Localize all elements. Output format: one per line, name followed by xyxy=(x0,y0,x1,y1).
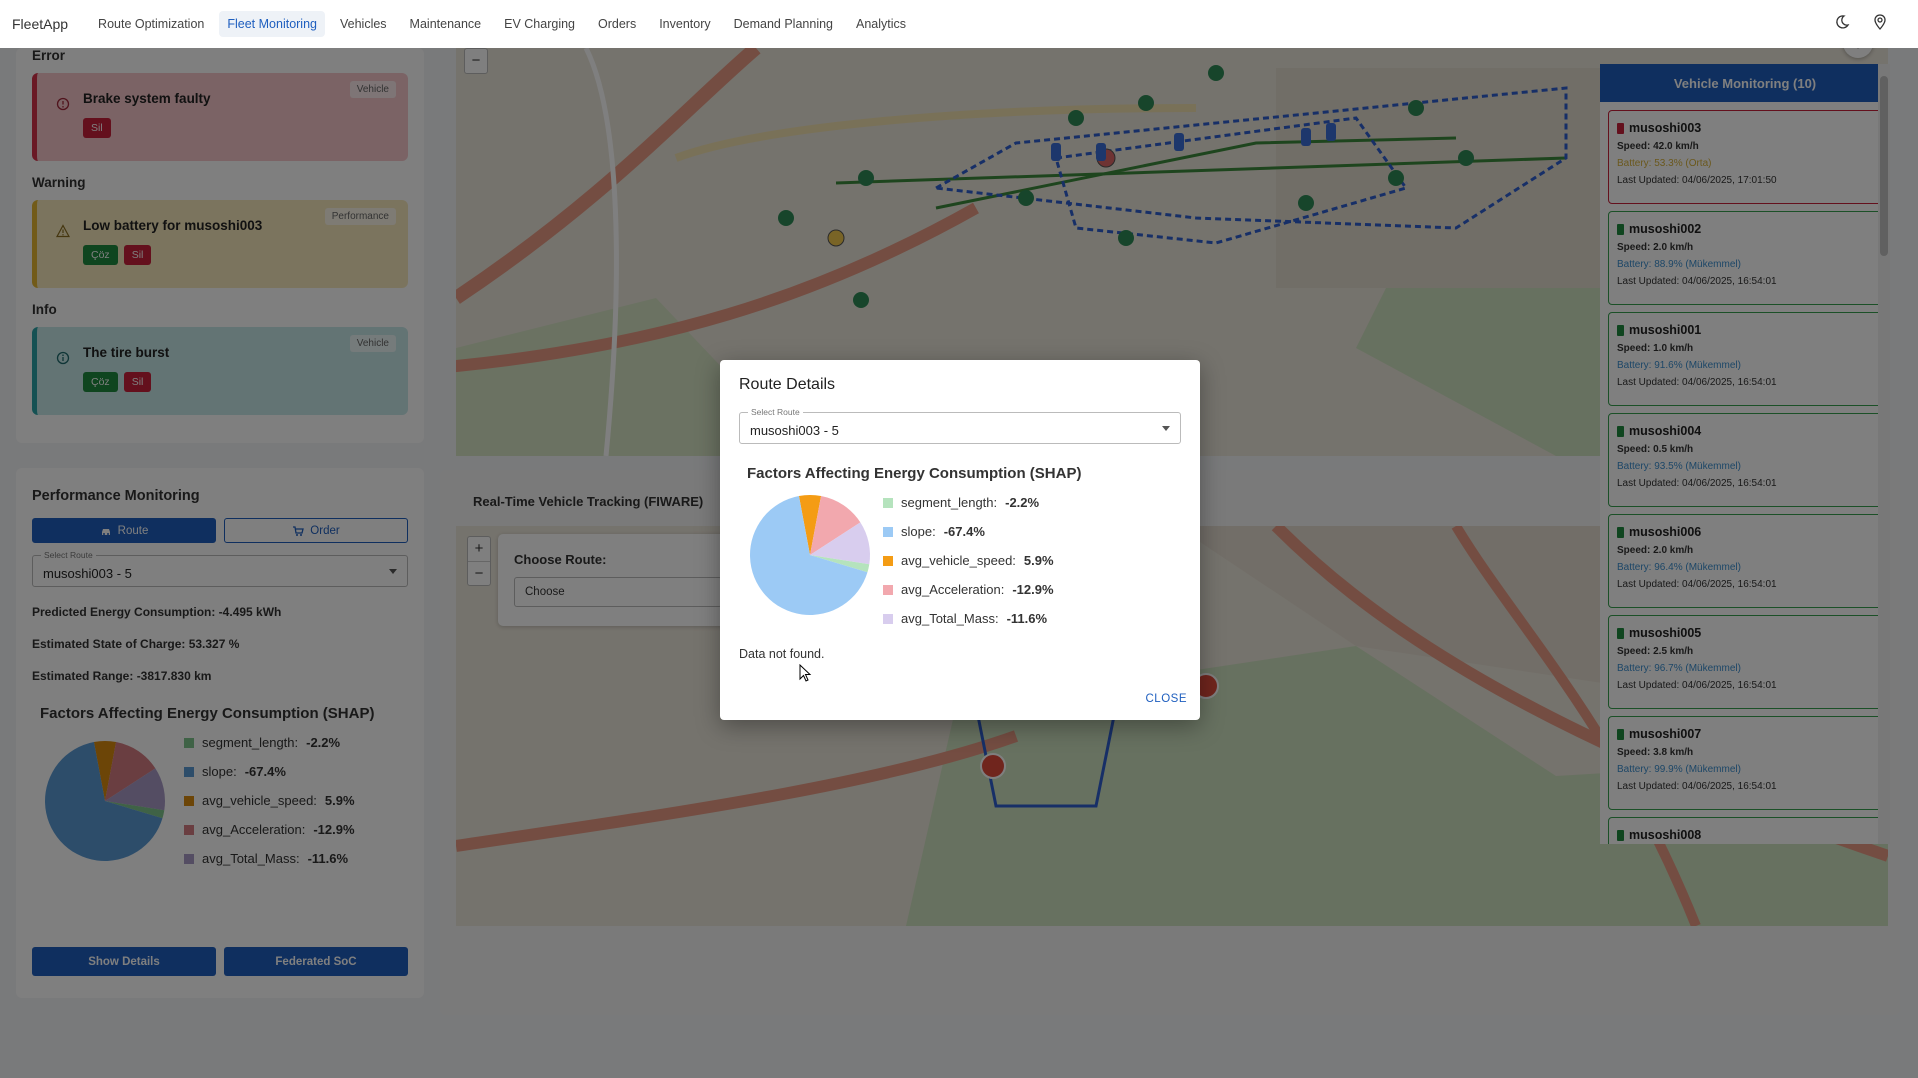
legend-item: slope: -67.4% xyxy=(883,517,1054,546)
route-details-dialog: Route Details Select Route musoshi003 - … xyxy=(720,360,1200,720)
location-pin-icon[interactable] xyxy=(1872,14,1888,33)
legend-swatch xyxy=(883,613,893,624)
legend-swatch xyxy=(883,584,893,595)
legend-label: segment_length: xyxy=(901,495,998,510)
legend-label: avg_Acceleration: xyxy=(901,582,1005,597)
modal-route-select-label: Select Route xyxy=(748,407,803,417)
nav-orders[interactable]: Orders xyxy=(590,11,644,37)
legend-value: -67.4% xyxy=(943,524,985,539)
chevron-down-icon xyxy=(1162,426,1170,431)
nav-maintenance[interactable]: Maintenance xyxy=(402,11,490,37)
legend-label: avg_vehicle_speed: xyxy=(901,553,1016,568)
legend-item: avg_Total_Mass: -11.6% xyxy=(883,604,1054,633)
legend-swatch xyxy=(883,555,893,566)
nav-inventory[interactable]: Inventory xyxy=(651,11,718,37)
nav-route-optimization[interactable]: Route Optimization xyxy=(90,11,212,37)
top-navigation: FleetApp Route Optimization Fleet Monito… xyxy=(0,0,1918,48)
legend-item: avg_vehicle_speed: 5.9% xyxy=(883,546,1054,575)
modal-route-select[interactable]: Select Route musoshi003 - 5 xyxy=(739,407,1181,444)
legend-value: -2.2% xyxy=(1005,495,1040,510)
nav-analytics[interactable]: Analytics xyxy=(848,11,914,37)
app-brand[interactable]: FleetApp xyxy=(12,16,68,32)
nav-vehicles[interactable]: Vehicles xyxy=(332,11,395,37)
legend-swatch xyxy=(883,526,893,537)
legend-value: -11.6% xyxy=(1006,611,1048,626)
legend-label: slope: xyxy=(901,524,936,539)
mouse-cursor-icon xyxy=(799,664,812,682)
legend-item: segment_length: -2.2% xyxy=(883,488,1054,517)
no-data-message: Data not found. xyxy=(739,647,825,661)
modal-shap-chart-title: Factors Affecting Energy Consumption (SH… xyxy=(747,465,1082,482)
nav-fleet-monitoring[interactable]: Fleet Monitoring xyxy=(219,11,325,37)
close-button[interactable]: CLOSE xyxy=(1146,693,1188,705)
modal-shap-legend: segment_length: -2.2% slope: -67.4% avg_vehi… xyxy=(883,488,1054,633)
legend-value: -12.9% xyxy=(1012,582,1054,597)
modal-route-select-value: musoshi003 - 5 xyxy=(750,423,839,438)
legend-swatch xyxy=(883,497,893,508)
legend-value: 5.9% xyxy=(1023,553,1054,568)
dark-mode-moon-icon[interactable] xyxy=(1834,14,1850,33)
nav-ev-charging[interactable]: EV Charging xyxy=(496,11,583,37)
route-details-title: Route Details xyxy=(739,376,836,393)
legend-label: avg_Total_Mass: xyxy=(901,611,999,626)
nav-demand-planning[interactable]: Demand Planning xyxy=(726,11,841,37)
legend-item: avg_Acceleration: -12.9% xyxy=(883,575,1054,604)
modal-shap-pie-chart xyxy=(750,495,870,615)
